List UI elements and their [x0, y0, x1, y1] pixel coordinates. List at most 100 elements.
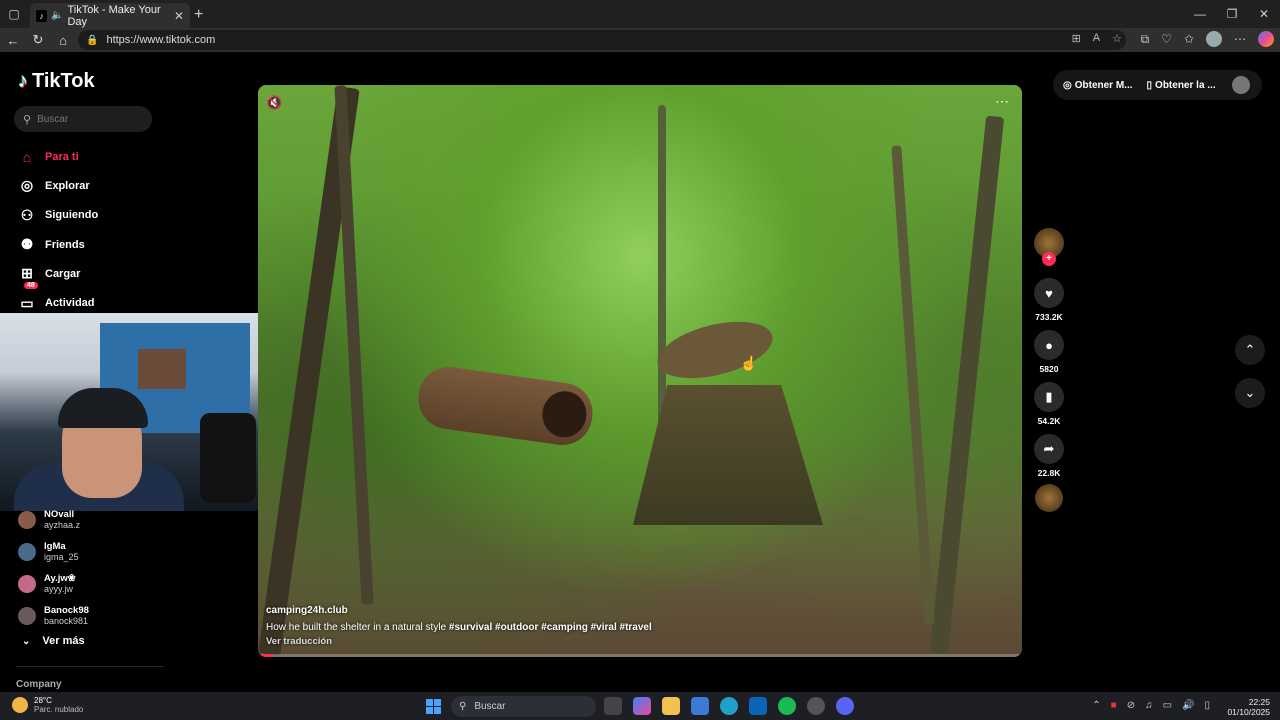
browser-essentials-icon[interactable]: ♡: [1161, 32, 1172, 46]
get-coins-label: Obtener M...: [1074, 79, 1133, 91]
new-tab-button[interactable]: +: [194, 6, 203, 24]
search-input[interactable]: ⚲ Buscar: [14, 106, 152, 132]
battery-icon[interactable]: ▯: [1204, 700, 1210, 711]
previous-video-button[interactable]: ⌃: [1235, 335, 1265, 365]
avatar: [18, 607, 36, 625]
mute-icon[interactable]: 🔇: [266, 95, 282, 111]
file-explorer-icon[interactable]: [662, 697, 680, 715]
avatar: [18, 511, 36, 529]
comment-icon[interactable]: ●: [1034, 330, 1064, 360]
tiktok-logo[interactable]: ♪ TikTok: [18, 70, 95, 93]
system-tray: ⌃ ■ ⊘ ♫ ▭ 🔊 ▯: [1092, 700, 1210, 711]
read-aloud-icon[interactable]: A: [1093, 32, 1100, 45]
share-action[interactable]: ➦ 22.8K: [1033, 434, 1065, 478]
sidebar-item-siguiendo[interactable]: ⚇ Siguiendo: [18, 201, 98, 230]
account-handle: igma_25: [44, 552, 79, 562]
video-author[interactable]: camping24h.club: [266, 605, 652, 616]
cursor-icon: ☝: [740, 355, 758, 371]
weather-widget[interactable]: 28°C Parc. nublado: [12, 696, 83, 714]
bookmark-icon[interactable]: ▮: [1034, 382, 1064, 412]
video-progress-bar[interactable]: [258, 654, 1022, 657]
user-avatar[interactable]: [1232, 76, 1250, 94]
minimize-button[interactable]: —: [1184, 0, 1216, 28]
like-action[interactable]: ♥ 733.2K: [1033, 278, 1065, 322]
more-options-icon[interactable]: ⋯: [995, 93, 1010, 110]
compass-icon: ◎: [20, 177, 34, 194]
app-available-icon[interactable]: ⊞: [1072, 32, 1081, 45]
record-icon[interactable]: ■: [1111, 700, 1117, 711]
browser-tab[interactable]: ♪ 🔈 TikTok - Make Your Day ✕: [30, 3, 190, 28]
taskbar-apps: [604, 697, 854, 715]
follow-plus-button[interactable]: +: [1042, 252, 1056, 266]
favorites-icon[interactable]: ✩: [1184, 32, 1194, 46]
divider: [16, 666, 164, 667]
microphone-icon[interactable]: ♫: [1145, 700, 1153, 711]
sidebar-item-friends[interactable]: ⚉ Friends: [18, 230, 98, 259]
sidebar-item-explorar[interactable]: ◎ Explorar: [18, 171, 98, 200]
share-icon[interactable]: ➦: [1034, 434, 1064, 464]
hashtags[interactable]: #survival #outdoor #camping #viral #trav…: [449, 622, 652, 633]
task-view-icon[interactable]: [604, 697, 622, 715]
company-link[interactable]: Company: [16, 679, 62, 690]
home-button-icon[interactable]: ⌂: [51, 33, 75, 48]
outlook-icon[interactable]: [749, 697, 767, 715]
copilot-app-icon[interactable]: [633, 697, 651, 715]
account-name: NOvall: [44, 509, 75, 520]
get-coins-button[interactable]: ◎ Obtener M...: [1063, 80, 1133, 91]
copilot-icon[interactable]: [1258, 31, 1274, 47]
display-icon[interactable]: ▭: [1163, 700, 1172, 711]
sidebar-item-para-ti[interactable]: ⌂ Para ti: [18, 142, 98, 171]
maximize-button[interactable]: ❐: [1216, 0, 1248, 28]
refresh-icon[interactable]: ↻: [26, 32, 50, 48]
chevron-down-icon: ⌄: [1244, 385, 1256, 400]
volume-icon[interactable]: 🔊: [1182, 700, 1194, 711]
tab-close-icon[interactable]: ✕: [174, 9, 184, 23]
chevron-up-icon: ⌃: [1244, 342, 1256, 357]
search-icon: ⚲: [459, 701, 467, 712]
lock-icon[interactable]: 🔒: [86, 35, 98, 46]
temperature: 28°C: [34, 696, 52, 705]
get-app-button[interactable]: ▯ Obtener la ...: [1147, 80, 1216, 91]
time: 22:25: [1248, 697, 1270, 707]
following-account[interactable]: Banock98 banock981: [18, 600, 89, 632]
chrome-icon[interactable]: [807, 697, 825, 715]
back-icon[interactable]: ←: [1, 33, 25, 48]
extensions-icon[interactable]: ⧉: [1141, 32, 1150, 47]
discord-icon[interactable]: [836, 697, 854, 715]
speaker-icon[interactable]: 🔈: [51, 10, 63, 21]
save-action[interactable]: ▮ 54.2K: [1033, 382, 1065, 426]
logo-text: TikTok: [32, 70, 95, 92]
chevron-up-icon[interactable]: ⌃: [1092, 700, 1100, 711]
following-account[interactable]: IgMa igma_25: [18, 536, 89, 568]
ver-mas-button[interactable]: ⌄ Ver más: [22, 635, 85, 647]
favorite-star-icon[interactable]: ☆: [1112, 32, 1122, 45]
following-account[interactable]: NOvall ayzhaa.z: [18, 504, 89, 536]
comment-action[interactable]: ● 5820: [1033, 330, 1065, 374]
spotify-icon[interactable]: [778, 697, 796, 715]
music-disc-avatar[interactable]: [1035, 484, 1063, 512]
following-account[interactable]: Ay.jw❀ ayyy.jw: [18, 568, 89, 600]
heart-icon[interactable]: ♥: [1034, 278, 1064, 308]
avatar: [18, 575, 36, 593]
next-video-button[interactable]: ⌄: [1235, 378, 1265, 408]
edge-icon[interactable]: [720, 697, 738, 715]
start-button[interactable]: [426, 699, 441, 714]
friends-icon: ⚉: [20, 236, 34, 253]
store-icon[interactable]: [691, 697, 709, 715]
tab-actions-icon[interactable]: ▢: [0, 0, 28, 28]
profile-avatar[interactable]: [1206, 31, 1222, 47]
url-field[interactable]: 🔒 https://www.tiktok.com: [78, 30, 1126, 50]
sidebar-item-label: Siguiendo: [45, 209, 99, 222]
network-off-icon[interactable]: ⊘: [1127, 700, 1135, 711]
more-options-icon[interactable]: ⋯: [1234, 32, 1246, 46]
action-rail: + ♥ 733.2K ● 5820 ▮ 54.2K ➦ 22.8K: [1033, 228, 1065, 512]
coin-icon: ◎: [1063, 79, 1072, 91]
video-player[interactable]: 🔇 ⋯ ☝ camping24h.club How he built the s…: [258, 85, 1022, 657]
taskbar-search[interactable]: ⚲ Buscar: [451, 696, 596, 717]
clock[interactable]: 22:25 01/10/2025: [1227, 697, 1270, 717]
close-button[interactable]: ✕: [1248, 0, 1280, 28]
comment-count: 5820: [1039, 364, 1059, 374]
translate-link[interactable]: Ver traducción: [266, 636, 652, 647]
sidebar-item-label: Actividad: [45, 297, 95, 310]
url-actions: ⊞ A ☆: [1072, 32, 1122, 45]
